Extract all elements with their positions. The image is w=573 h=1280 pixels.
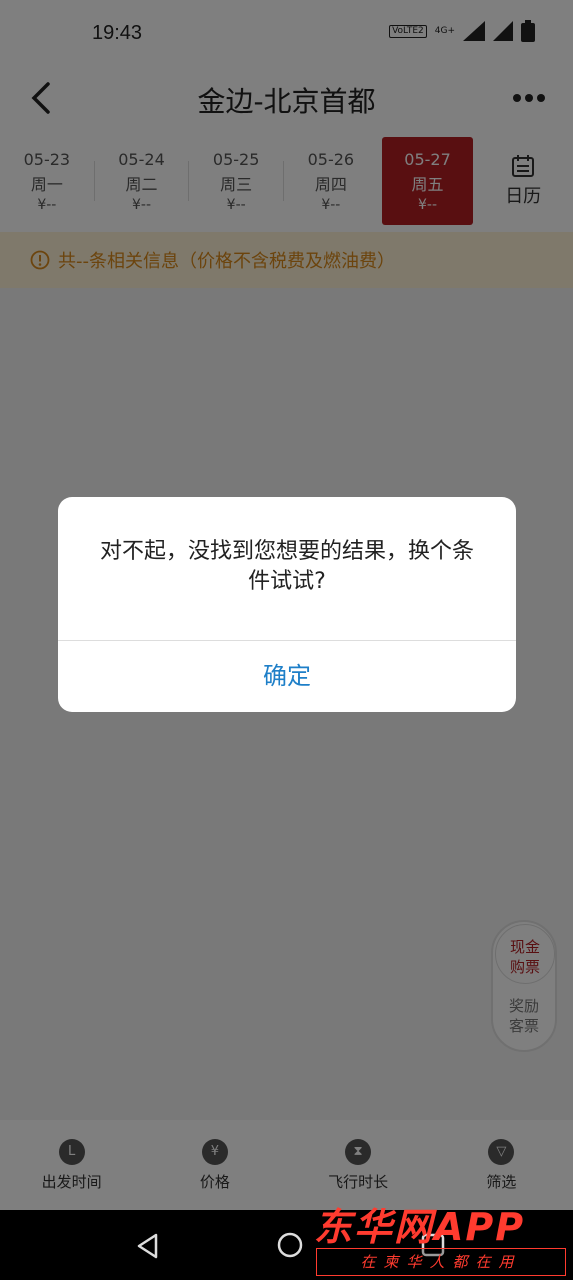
watermark-main-text: 东华网APP — [314, 1205, 526, 1249]
watermark-logo: 东华网APP 在柬华人都在用 — [314, 1196, 569, 1278]
system-home-icon[interactable] — [276, 1231, 304, 1259]
confirm-button[interactable]: 确定 — [58, 641, 516, 712]
watermark-sub-text: 在柬华人都在用 — [316, 1248, 566, 1276]
system-back-icon[interactable] — [134, 1232, 162, 1260]
no-results-dialog: 对不起，没找到您想要的结果，换个条件试试? 确定 — [58, 497, 516, 712]
dialog-message: 对不起，没找到您想要的结果，换个条件试试? — [99, 539, 474, 594]
